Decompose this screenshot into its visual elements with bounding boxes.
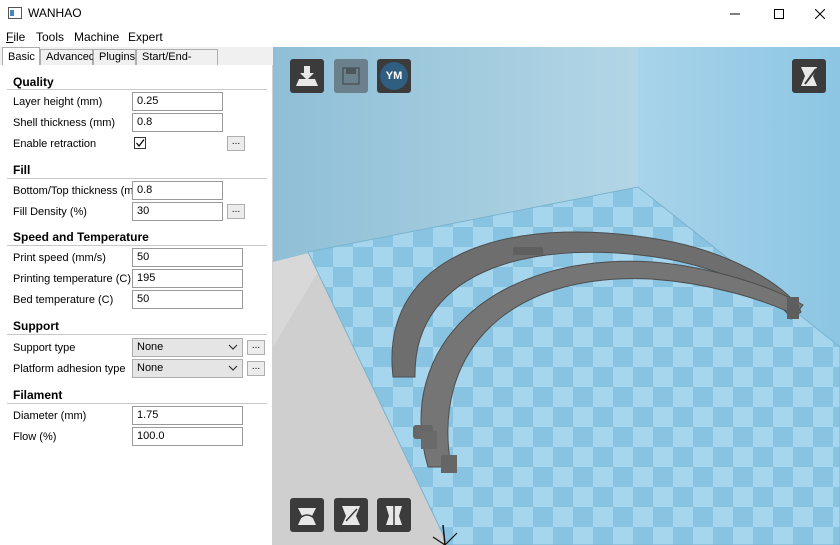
view-mode-button[interactable] <box>792 59 826 93</box>
printing-temperature-input[interactable]: 195 <box>132 269 243 288</box>
title-bar: WANHAO <box>0 0 840 27</box>
save-toolpath-button[interactable] <box>334 59 368 93</box>
bottom-top-thickness-label: Bottom/Top thickness (mm) <box>13 185 147 197</box>
scale-icon <box>342 506 360 525</box>
retraction-checkbox[interactable] <box>134 137 146 149</box>
diameter-label: Diameter (mm) <box>13 410 87 422</box>
mirror-button[interactable] <box>377 498 411 532</box>
fill-heading: Fill <box>13 163 31 177</box>
diameter-input[interactable]: 1.75 <box>132 406 243 425</box>
shell-thickness-input[interactable]: 0.8 <box>132 113 223 132</box>
quality-heading: Quality <box>13 75 54 89</box>
mirror-icon <box>386 504 402 527</box>
platform-adhesion-label: Platform adhesion type <box>13 363 126 375</box>
flow-input[interactable]: 100.0 <box>132 427 243 446</box>
check-icon <box>136 139 145 148</box>
flow-label: Flow (%) <box>13 431 57 443</box>
divider <box>7 178 267 179</box>
tab-start-end-gcode[interactable]: Start/End-GCode <box>136 49 218 78</box>
retraction-settings-button[interactable]: ... <box>227 136 245 151</box>
rotate-button[interactable] <box>290 498 324 532</box>
load-model-icon <box>296 66 318 86</box>
filament-heading: Filament <box>13 388 63 402</box>
close-button[interactable] <box>800 0 840 27</box>
platform-adhesion-select[interactable]: None <box>132 359 243 378</box>
menu-tools[interactable]: Tools <box>36 30 64 44</box>
fill-density-input[interactable]: 30 <box>132 202 223 221</box>
support-type-value: None <box>137 341 164 353</box>
speed-temperature-heading: Speed and Temperature <box>13 230 149 244</box>
scale-button[interactable] <box>334 498 368 532</box>
bed-temperature-input[interactable]: 50 <box>132 290 243 309</box>
retraction-label: Enable retraction <box>13 138 97 150</box>
layer-height-label: Layer height (mm) <box>13 96 103 108</box>
menu-machine[interactable]: Machine <box>74 30 119 44</box>
divider <box>7 245 267 246</box>
print-speed-label: Print speed (mm/s) <box>13 252 106 264</box>
adhesion-settings-button[interactable]: ... <box>247 361 265 376</box>
support-heading: Support <box>13 319 59 333</box>
3d-viewport[interactable]: YM <box>273 47 840 545</box>
layer-height-input[interactable]: 0.25 <box>132 92 223 111</box>
window-title: WANHAO <box>28 6 82 20</box>
support-type-label: Support type <box>13 342 76 354</box>
fill-density-label: Fill Density (%) <box>13 206 87 218</box>
chevron-down-icon <box>228 344 238 350</box>
printing-temperature-label: Printing temperature (C) <box>13 273 131 285</box>
basic-settings-panel: Quality Layer height (mm) 0.25 Shell thi… <box>0 65 273 545</box>
close-icon <box>815 8 825 19</box>
shell-thickness-label: Shell thickness (mm) <box>13 117 116 129</box>
settings-tabs: Basic Advanced Plugins Start/End-GCode <box>0 47 274 78</box>
menu-file[interactable]: File <box>6 30 25 44</box>
minimize-button[interactable] <box>712 0 758 27</box>
bottom-top-thickness-input[interactable]: 0.8 <box>132 181 223 200</box>
app-icon <box>8 7 22 19</box>
minimize-icon <box>730 13 740 14</box>
chevron-down-icon <box>228 365 238 371</box>
maximize-icon <box>774 8 784 19</box>
platform-adhesion-value: None <box>137 362 164 374</box>
tab-basic[interactable]: Basic <box>2 47 40 65</box>
divider <box>7 403 267 404</box>
support-type-select[interactable]: None <box>132 338 243 357</box>
youmagine-icon: YM <box>380 62 408 90</box>
print-volume-scene <box>273 47 840 545</box>
save-icon <box>342 67 360 85</box>
load-model-button[interactable] <box>290 59 324 93</box>
bed-temperature-label: Bed temperature (C) <box>13 294 114 306</box>
menu-bar: File Tools Machine Expert <box>0 27 840 47</box>
view-mode-icon <box>801 67 817 86</box>
support-settings-button[interactable]: ... <box>247 340 265 355</box>
rotate-icon <box>298 508 316 525</box>
maximize-button[interactable] <box>756 0 802 27</box>
youmagine-button[interactable]: YM <box>377 59 411 93</box>
tab-advanced[interactable]: Advanced <box>40 49 95 65</box>
divider <box>7 334 267 335</box>
menu-expert[interactable]: Expert <box>128 30 163 44</box>
fill-settings-button[interactable]: ... <box>227 204 245 219</box>
divider <box>7 89 267 90</box>
print-speed-input[interactable]: 50 <box>132 248 243 267</box>
tab-plugins[interactable]: Plugins <box>93 49 136 65</box>
